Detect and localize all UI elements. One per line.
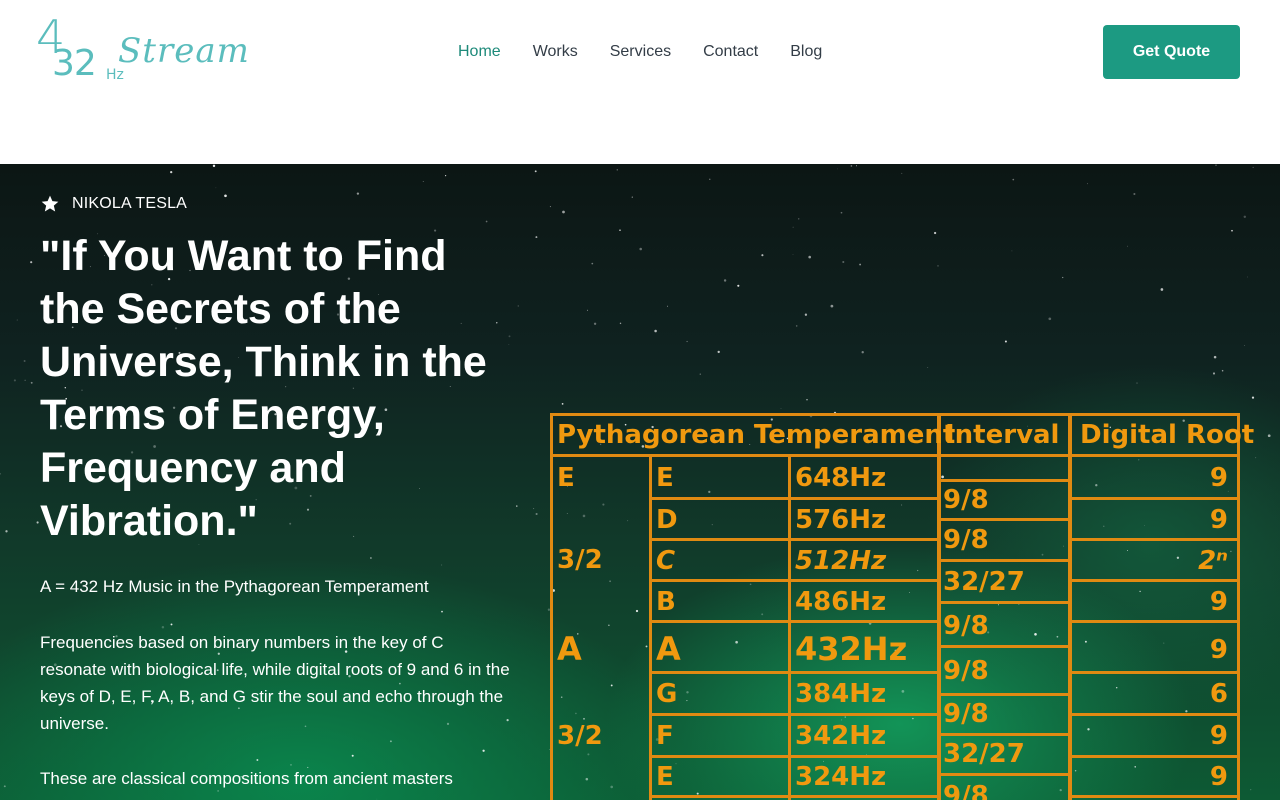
header-digital-root: Digital Root: [1080, 420, 1255, 450]
row-divider: [649, 579, 939, 582]
root-label: 2ⁿ: [1198, 546, 1228, 576]
note-column-divider: [649, 454, 652, 800]
nav-home[interactable]: Home: [458, 42, 501, 62]
nav-blog[interactable]: Blog: [790, 42, 822, 62]
root-divider: [1069, 795, 1240, 798]
root-label: 9: [1209, 587, 1228, 617]
interval-label: 32/27: [943, 567, 1025, 597]
interval-label: 9/8: [943, 699, 989, 729]
nav-works[interactable]: Works: [533, 42, 578, 62]
root-divider: [1069, 671, 1240, 674]
row-divider: [649, 795, 939, 798]
group-label: A: [557, 630, 582, 668]
freq-label: 576Hz: [795, 505, 887, 535]
freq-label: 324Hz: [795, 762, 887, 792]
group-label: E: [557, 463, 575, 493]
root-label: 9: [1209, 721, 1228, 751]
row-divider: [649, 538, 939, 541]
note-label: E: [656, 463, 674, 493]
note-label: C: [656, 546, 676, 576]
root-divider: [1069, 713, 1240, 716]
header-temperament: Pythagorean Temperament: [557, 420, 956, 450]
freq-label: 342Hz: [795, 721, 887, 751]
root-label: 6: [1209, 679, 1228, 709]
note-label: E: [656, 762, 674, 792]
hero-subtitle: A = 432 Hz Music in the Pythagorean Temp…: [40, 577, 429, 596]
get-quote-button[interactable]: Get Quote: [1103, 25, 1240, 79]
interval-divider: [938, 645, 1071, 648]
interval-label: 9/8: [943, 656, 989, 686]
interval-label: 9/8: [943, 485, 989, 515]
freq-label: 512Hz: [795, 546, 887, 576]
freq-label: 432Hz: [795, 630, 908, 668]
note-label: F: [656, 721, 674, 751]
row-divider: [649, 497, 939, 500]
interval-divider: [938, 559, 1071, 562]
logo-thirtytwo: 32: [52, 43, 97, 84]
nav-services[interactable]: Services: [610, 42, 671, 62]
interval-divider: [938, 601, 1071, 604]
hero-paragraph-2: These are classical compositions from an…: [40, 769, 453, 788]
interval-divider: [938, 733, 1071, 736]
root-label: 9: [1209, 762, 1228, 792]
interval-divider: [938, 479, 1071, 482]
logo-stream: Stream: [118, 31, 250, 71]
hero-paragraph: Frequencies based on binary numbers in t…: [40, 633, 510, 733]
main-nav: Home Works Services Contact Blog: [458, 42, 854, 62]
freq-label: 648Hz: [795, 463, 887, 493]
kicker-text: NIKOLA TESLA: [72, 195, 188, 212]
root-label: 9: [1209, 635, 1228, 665]
note-label: B: [656, 587, 676, 617]
interval-divider: [938, 773, 1071, 776]
group-label: 3/2: [557, 545, 603, 575]
hero-kicker: NIKOLA TESLA: [40, 194, 187, 214]
hero-section: NIKOLA TESLA "If You Want to Find the Se…: [0, 164, 1280, 800]
freq-label: 486Hz: [795, 587, 887, 617]
freq-column-divider: [788, 454, 791, 800]
row-divider: [649, 713, 939, 716]
nav-contact[interactable]: Contact: [703, 42, 758, 62]
interval-divider: [938, 693, 1071, 696]
pythagorean-table: Pythagorean Temperament Interval Digital…: [550, 413, 1254, 800]
row-divider: [649, 755, 939, 758]
row-divider: [649, 620, 939, 623]
header-interval: Interval: [945, 420, 1060, 450]
note-label: G: [656, 679, 678, 709]
row-divider: [649, 671, 939, 674]
note-label: D: [656, 505, 678, 535]
interval-label: 9/8: [943, 611, 989, 641]
root-label: 9: [1209, 505, 1228, 535]
site-header: 4 32 Hz Stream Home Works Services Conta…: [0, 0, 1280, 164]
root-divider: [1069, 755, 1240, 758]
root-divider: [1069, 497, 1240, 500]
note-label: A: [656, 630, 681, 668]
interval-label: 32/27: [943, 739, 1025, 769]
root-divider: [1069, 538, 1240, 541]
root-divider: [1069, 620, 1240, 623]
interval-divider: [938, 518, 1071, 521]
freq-label: 384Hz: [795, 679, 887, 709]
root-divider: [1069, 579, 1240, 582]
group-label: 3/2: [557, 721, 603, 751]
interval-label: 9/8: [943, 781, 989, 800]
star-icon: [41, 195, 59, 212]
header-divider: [550, 454, 1240, 457]
site-logo[interactable]: 4 32 Hz Stream: [36, 14, 250, 90]
hero-headline: "If You Want to Find the Secrets of the …: [40, 232, 487, 545]
interval-label: 9/8: [943, 525, 989, 555]
root-label: 9: [1209, 463, 1228, 493]
